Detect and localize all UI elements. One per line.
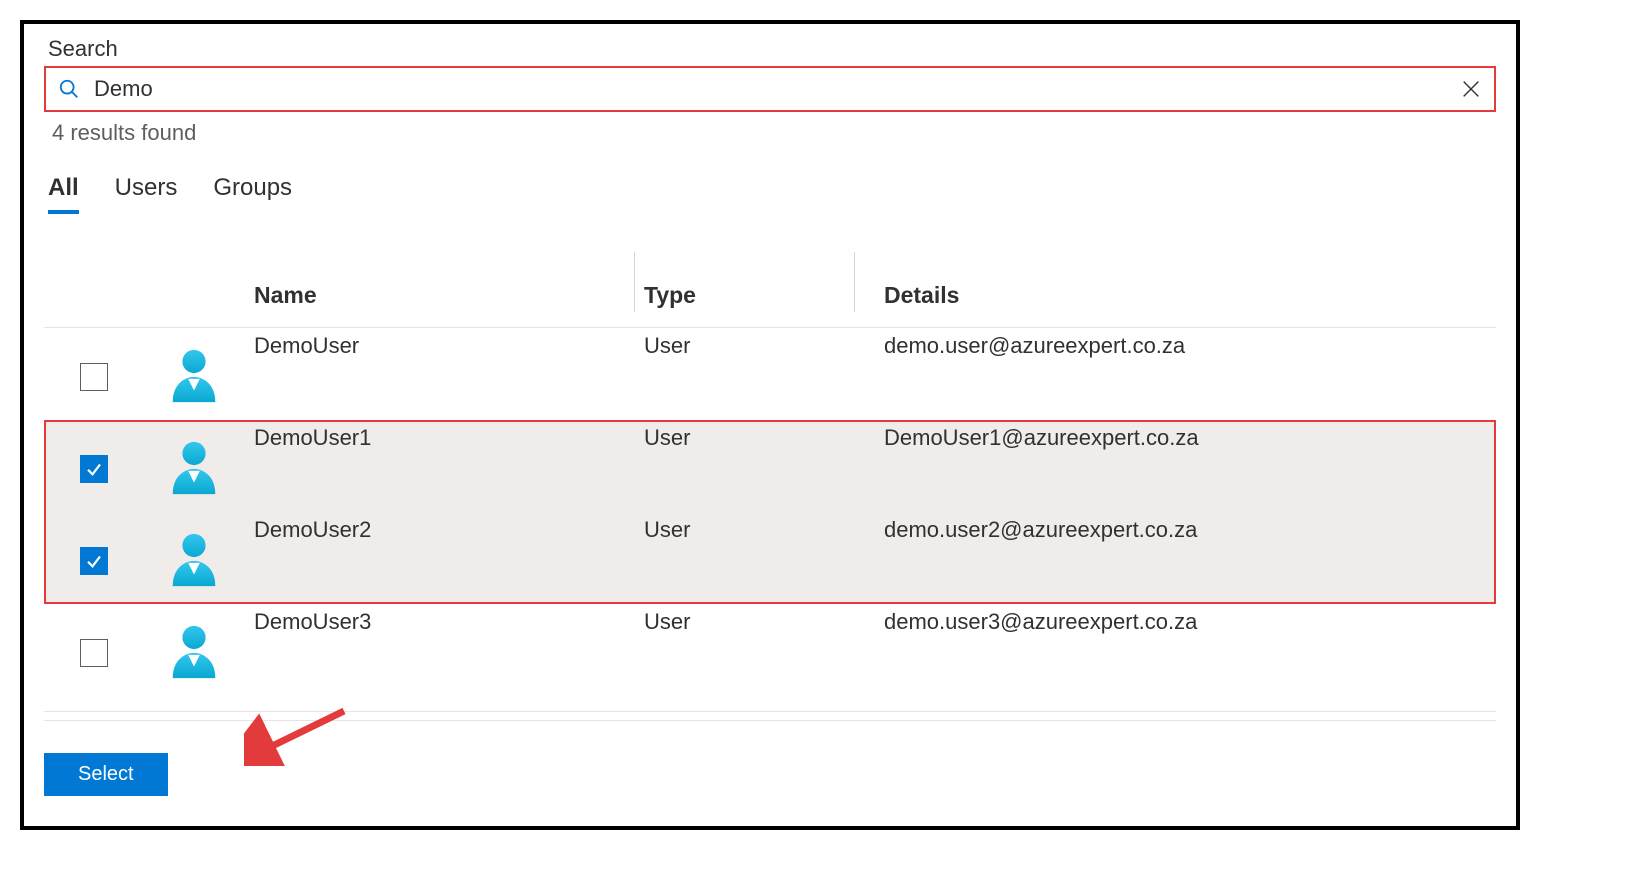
row-type: User [644,605,864,635]
dialog-frame: Search 4 results found All Users Groups … [20,20,1520,830]
search-input[interactable] [94,76,1460,102]
row-checkbox[interactable] [80,547,108,575]
row-name: DemoUser [244,329,644,359]
search-icon [58,78,80,100]
clear-search-icon[interactable] [1460,78,1482,100]
dialog-footer: Select [44,711,1496,796]
column-header-type[interactable]: Type [644,282,864,309]
annotation-arrow [244,706,354,766]
table-row[interactable]: DemoUser1UserDemoUser1@azureexpert.co.za [44,420,1496,512]
search-box[interactable] [44,66,1496,112]
tab-all[interactable]: All [48,174,79,214]
results-count: 4 results found [52,120,1496,146]
row-checkbox[interactable] [80,455,108,483]
results-table: Name Type Details DemoUserUserdemo.user@… [44,248,1496,696]
table-row[interactable]: DemoUser3Userdemo.user3@azureexpert.co.z… [44,604,1496,696]
select-button[interactable]: Select [44,753,168,796]
row-details: demo.user@azureexpert.co.za [864,329,1496,359]
person-icon [165,346,223,404]
person-icon [165,530,223,588]
row-type: User [644,513,864,543]
row-details: DemoUser1@azureexpert.co.za [864,421,1496,451]
column-header-details[interactable]: Details [864,282,1496,309]
tab-groups[interactable]: Groups [213,174,292,214]
row-details: demo.user3@azureexpert.co.za [864,605,1496,635]
tab-users[interactable]: Users [115,174,178,214]
row-name: DemoUser2 [244,513,644,543]
row-details: demo.user2@azureexpert.co.za [864,513,1496,543]
table-row[interactable]: DemoUserUserdemo.user@azureexpert.co.za [44,328,1496,420]
person-icon [165,438,223,496]
row-type: User [644,329,864,359]
person-icon [165,622,223,680]
search-field-label: Search [48,36,1496,62]
row-name: DemoUser3 [244,605,644,635]
row-checkbox[interactable] [80,363,108,391]
row-name: DemoUser1 [244,421,644,451]
column-header-name[interactable]: Name [244,282,644,309]
table-header: Name Type Details [44,248,1496,328]
row-type: User [644,421,864,451]
row-checkbox[interactable] [80,639,108,667]
table-row[interactable]: DemoUser2Userdemo.user2@azureexpert.co.z… [44,512,1496,604]
filter-tabs: All Users Groups [48,174,1496,214]
